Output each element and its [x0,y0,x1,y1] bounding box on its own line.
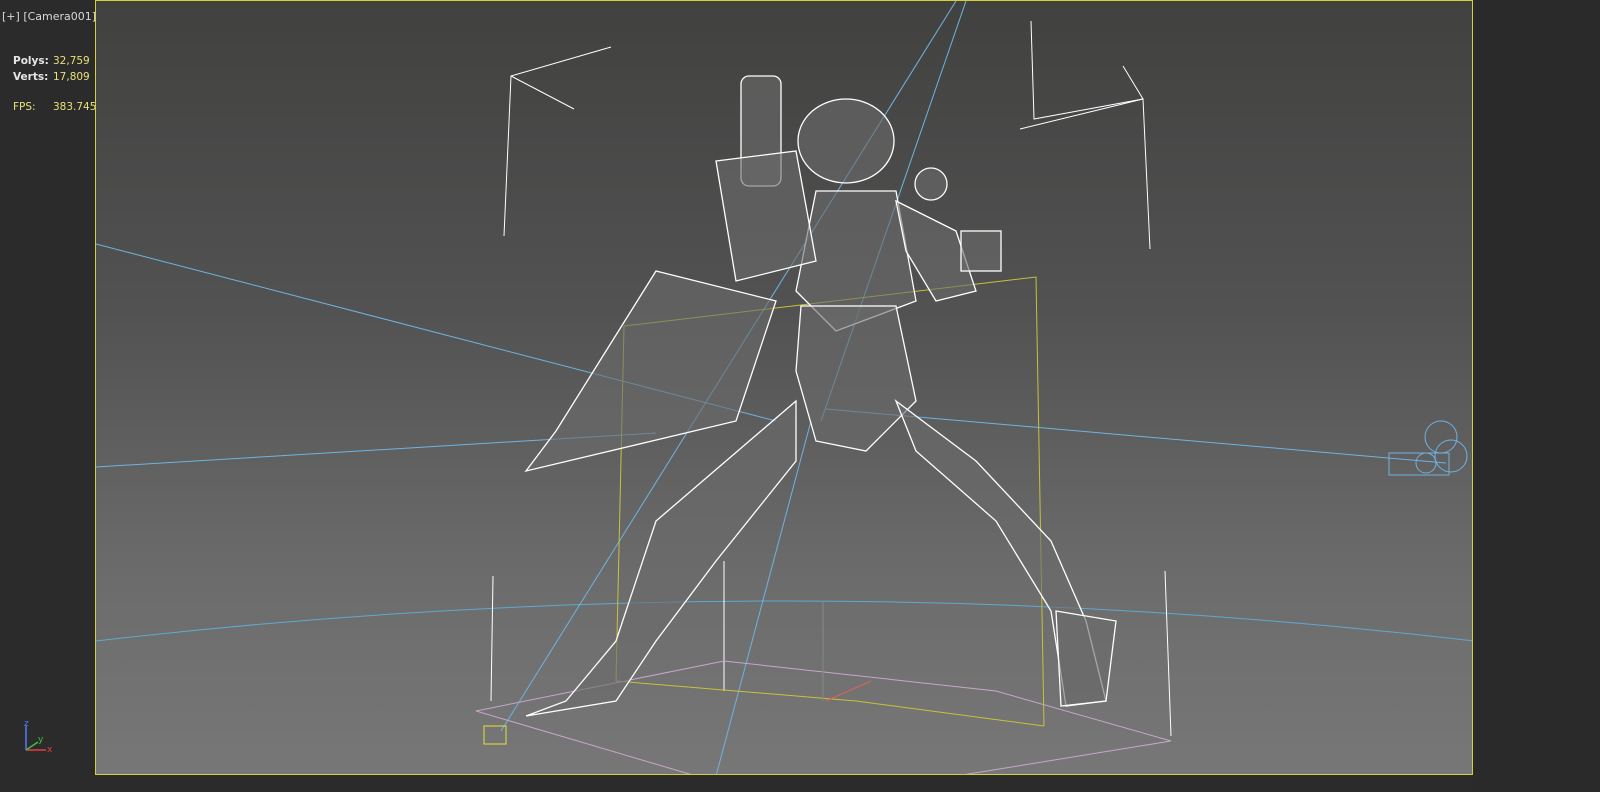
fps-value: 383.745 [53,101,97,113]
viewport-menu-button[interactable]: [+] [2,10,20,23]
light-icon [1388,420,1468,476]
y-axis-label: y [38,735,44,745]
x-axis-label: x [47,745,53,755]
pivot-gizmo [825,680,872,702]
polys-label: Polys: [13,55,49,67]
y-axis [25,741,39,751]
world-axis-gizmo: z y x [24,719,53,755]
ground-arc [96,600,1472,642]
polys-value: 32,759 [53,55,90,67]
fps-label: FPS: [13,101,36,113]
right-panel [1473,0,1600,792]
viewport-label[interactable]: [+] [Camera001] [2,10,96,23]
scene-wireframe[interactable] [96,1,1473,775]
verts-label: Verts: [13,70,49,83]
viewport-statistics: Polys: 32,759 Verts: 17,809 [13,54,90,85]
verts-value: 17,809 [53,70,90,83]
bottom-strip [95,775,1473,792]
camera-viewport[interactable] [95,0,1473,775]
z-axis-label: z [24,719,29,729]
robot-model[interactable] [524,75,1117,717]
camera-view-label[interactable]: [Camera001] [23,10,96,23]
fps-readout: FPS: 383.745 [13,101,96,113]
